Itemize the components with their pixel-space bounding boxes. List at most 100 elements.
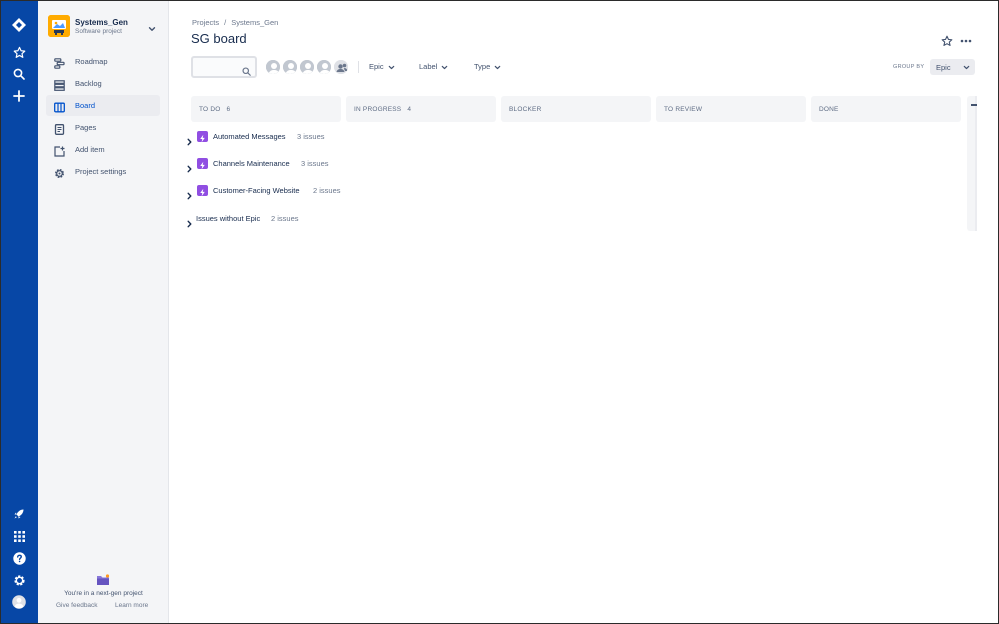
search-icon[interactable] bbox=[9, 64, 29, 84]
breadcrumb-projects[interactable]: Projects bbox=[192, 18, 219, 27]
epic-name: Customer-Facing Website bbox=[213, 186, 300, 195]
sidebar-item-board[interactable]: Board bbox=[46, 95, 160, 116]
filter-divider bbox=[358, 61, 359, 73]
learn-more-link[interactable]: Learn more bbox=[115, 602, 148, 609]
rocket-icon[interactable] bbox=[9, 504, 29, 524]
chevron-down-icon bbox=[442, 65, 448, 69]
board-icon bbox=[54, 100, 65, 113]
star-button[interactable] bbox=[941, 34, 953, 46]
column-title: DONE bbox=[819, 106, 839, 113]
user-avatar-icon[interactable] bbox=[9, 592, 29, 612]
sidebar-item-pages[interactable]: Pages bbox=[46, 117, 160, 138]
chevron-right-icon bbox=[186, 160, 193, 178]
column-to-review[interactable]: TO REVIEW bbox=[656, 96, 806, 122]
epic-swimlane[interactable]: Channels Maintenance 3 issues bbox=[186, 157, 346, 173]
pages-icon bbox=[54, 122, 65, 135]
sidebar-item-label: Add item bbox=[75, 145, 105, 154]
project-type: Software project bbox=[75, 28, 122, 35]
column-title: TO REVIEW bbox=[664, 106, 703, 113]
roadmap-icon bbox=[54, 56, 65, 69]
avatar[interactable] bbox=[282, 59, 298, 75]
chevron-right-icon bbox=[186, 133, 193, 151]
sidebar-item-roadmap[interactable]: Roadmap bbox=[46, 51, 160, 72]
apps-grid-icon[interactable] bbox=[9, 526, 29, 546]
chevron-down-icon bbox=[963, 65, 970, 70]
sidebar-item-label: Project settings bbox=[75, 167, 127, 176]
sidebar-item-label: Pages bbox=[75, 123, 97, 132]
no-epic-name: Issues without Epic bbox=[196, 214, 261, 223]
sidebar-item-label: Board bbox=[75, 101, 96, 110]
app-window: Systems_Gen Software project Roadmap Bac… bbox=[0, 0, 999, 624]
more-actions-button[interactable] bbox=[959, 34, 973, 46]
add-item-icon bbox=[54, 144, 65, 157]
epic-issue-count: 3 issues bbox=[297, 132, 325, 141]
search-input[interactable] bbox=[191, 56, 257, 78]
avatar[interactable] bbox=[265, 59, 281, 75]
epic-lightning-icon bbox=[197, 158, 208, 170]
plus-icon[interactable] bbox=[9, 86, 29, 106]
project-switcher[interactable]: Systems_Gen Software project bbox=[48, 15, 160, 39]
sidebar-item-add-item[interactable]: Add item bbox=[46, 139, 160, 160]
chevron-down-icon bbox=[148, 20, 156, 38]
jira-logo-icon[interactable] bbox=[9, 15, 29, 35]
settings-icon[interactable] bbox=[9, 570, 29, 590]
sidebar-item-backlog[interactable]: Backlog bbox=[46, 73, 160, 94]
plus-icon bbox=[971, 104, 977, 106]
label-filter[interactable]: Label bbox=[419, 62, 448, 71]
chevron-down-icon bbox=[494, 65, 501, 69]
sidebar-item-label: Backlog bbox=[75, 79, 102, 88]
epic-swimlane[interactable]: Customer-Facing Website 2 issues bbox=[186, 184, 356, 200]
search-icon bbox=[242, 63, 251, 81]
epic-lightning-icon bbox=[197, 131, 208, 143]
sidebar-item-label: Roadmap bbox=[75, 57, 108, 66]
column-title: BLOCKER bbox=[509, 106, 542, 113]
epic-name: Channels Maintenance bbox=[213, 159, 290, 168]
star-icon[interactable] bbox=[9, 42, 29, 62]
project-name: Systems_Gen bbox=[75, 18, 128, 27]
column-title: IN PROGRESS bbox=[354, 106, 402, 113]
sidebar-item-project-settings[interactable]: Project settings bbox=[46, 161, 160, 182]
avatar[interactable] bbox=[299, 59, 315, 75]
backlog-icon bbox=[54, 78, 65, 91]
column-done[interactable]: DONE bbox=[811, 96, 961, 122]
epic-filter[interactable]: Epic bbox=[369, 62, 395, 71]
breadcrumb: Projects / Systems_Gen bbox=[192, 18, 278, 27]
folder-icon bbox=[96, 573, 110, 591]
group-by-value: Epic bbox=[936, 63, 951, 72]
epic-name: Automated Messages bbox=[213, 132, 286, 141]
column-blocker[interactable]: BLOCKER bbox=[501, 96, 651, 122]
avatar[interactable] bbox=[316, 59, 332, 75]
breadcrumb-separator: / bbox=[224, 18, 227, 27]
group-by-label: GROUP BY bbox=[893, 64, 925, 70]
global-nav bbox=[1, 1, 38, 623]
column-count: 4 bbox=[407, 106, 412, 113]
epic-lightning-icon bbox=[197, 185, 208, 197]
no-epic-issue-count: 2 issues bbox=[271, 214, 299, 223]
settings-icon bbox=[54, 166, 65, 179]
project-avatar-icon bbox=[48, 15, 70, 37]
breadcrumb-project[interactable]: Systems_Gen bbox=[231, 18, 278, 27]
page-title: SG board bbox=[191, 31, 247, 46]
epic-issue-count: 2 issues bbox=[313, 186, 341, 195]
chevron-down-icon bbox=[388, 65, 394, 69]
chevron-right-icon bbox=[186, 187, 193, 205]
epic-swimlane[interactable]: Automated Messages 3 issues bbox=[186, 130, 346, 146]
next-gen-notice: You're in a next-gen project bbox=[64, 590, 143, 597]
epic-filter-label: Epic bbox=[369, 62, 384, 71]
column-todo[interactable]: TO DO 6 bbox=[191, 96, 341, 122]
add-column-button[interactable] bbox=[967, 96, 977, 231]
no-epic-swimlane[interactable]: Issues without Epic 2 issues bbox=[186, 212, 316, 228]
type-filter[interactable]: Type bbox=[474, 62, 501, 71]
type-filter-label: Type bbox=[474, 62, 491, 71]
epic-issue-count: 3 issues bbox=[301, 159, 329, 168]
project-sidebar: Systems_Gen Software project Roadmap Bac… bbox=[38, 1, 169, 623]
chevron-right-icon bbox=[186, 215, 193, 233]
column-count: 6 bbox=[226, 106, 231, 113]
help-icon[interactable] bbox=[9, 548, 29, 568]
give-feedback-link[interactable]: Give feedback bbox=[56, 602, 98, 609]
label-filter-label: Label bbox=[419, 62, 438, 71]
column-in-progress[interactable]: IN PROGRESS 4 bbox=[346, 96, 496, 122]
add-people-icon[interactable] bbox=[333, 59, 349, 75]
group-by-select[interactable]: Epic bbox=[930, 59, 975, 75]
column-title: TO DO bbox=[199, 106, 221, 113]
